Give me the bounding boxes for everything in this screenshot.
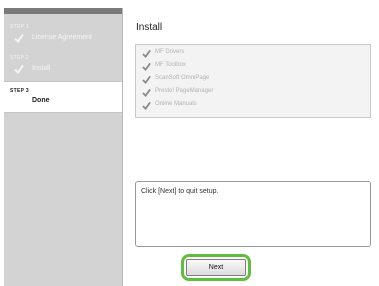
check-icon [142, 62, 151, 71]
step-label: License Agreement [32, 34, 92, 41]
component-label: MF Toolbox [155, 62, 186, 68]
step-label: Install [32, 65, 51, 72]
message-box: Click [Next] to quit setup. [135, 181, 371, 247]
list-item: MF Drivers [140, 48, 366, 58]
sidebar: STEP 1 License Agreement STEP 2 Install … [4, 8, 123, 286]
sidebar-step-done: STEP 3 Done [4, 81, 122, 113]
step-number: STEP 3 [10, 88, 29, 94]
check-icon [142, 101, 151, 110]
list-item: Online Manuals [140, 100, 366, 110]
list-item: Presto! PageManager [140, 87, 366, 97]
check-icon [14, 64, 24, 74]
check-icon [142, 49, 151, 58]
sidebar-step-license-agreement: STEP 1 License Agreement [4, 18, 122, 48]
main-panel: Install MF Drivers MF Toolbox ScanSoft O… [124, 8, 379, 286]
sidebar-header-bar [4, 8, 122, 14]
component-label: Presto! PageManager [155, 88, 214, 94]
step-number: STEP 1 [10, 24, 29, 30]
check-icon [14, 33, 24, 43]
component-label: ScanSoft OmniPage [155, 75, 210, 81]
message-text: Click [Next] to quit setup. [141, 188, 219, 195]
component-label: MF Drivers [155, 49, 185, 55]
check-icon [142, 75, 151, 84]
list-item: MF Toolbox [140, 61, 366, 71]
step-label: Done [32, 97, 50, 104]
component-list: MF Drivers MF Toolbox ScanSoft OmniPage … [135, 44, 371, 118]
check-icon [142, 88, 151, 97]
sidebar-step-install: STEP 2 Install [4, 49, 122, 79]
step-number: STEP 2 [10, 55, 29, 61]
component-label: Online Manuals [155, 101, 197, 107]
page-title: Install [136, 22, 163, 33]
next-button[interactable]: Next [186, 259, 246, 276]
list-item: ScanSoft OmniPage [140, 74, 366, 84]
